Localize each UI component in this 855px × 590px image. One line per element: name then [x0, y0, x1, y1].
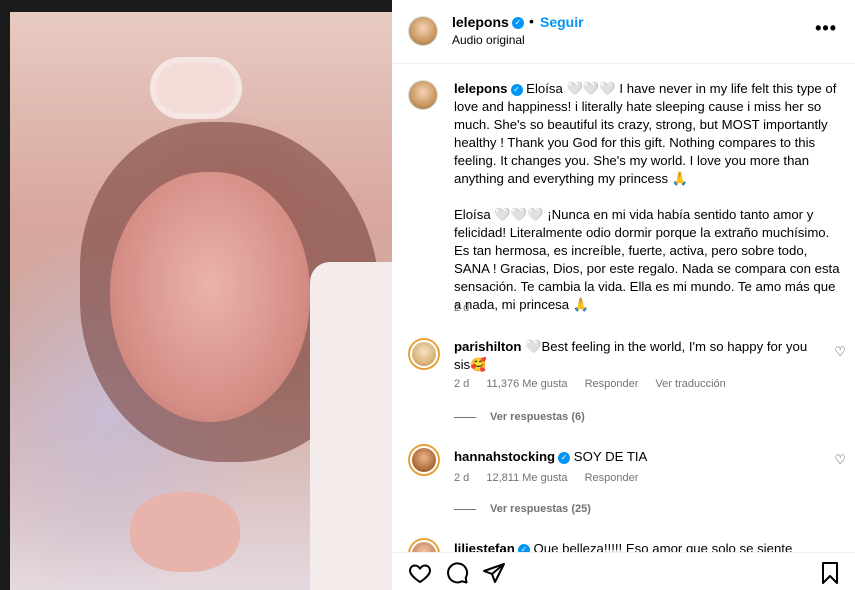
post-photo [10, 12, 392, 590]
comment-text: parishilton 🤍Best feeling in the world, … [454, 339, 808, 372]
heart-icon[interactable]: ♡ [834, 344, 846, 360]
reply-button[interactable]: Responder [585, 472, 639, 484]
caption-text: lelepons ✓ Eloísa 🤍🤍🤍 I have never in my … [454, 80, 842, 314]
view-replies-button[interactable]: Ver respuestas (25) [454, 503, 591, 515]
replies-line [454, 416, 476, 418]
comment-username[interactable]: parishilton [454, 339, 521, 354]
photo-face-shape [110, 172, 310, 422]
comment-username[interactable]: hannahstocking [454, 449, 555, 464]
post-header: lelepons ✓ • Seguir Audio original ••• [392, 0, 855, 64]
verified-badge-icon: ✓ [510, 83, 523, 96]
heart-icon[interactable] [408, 561, 432, 585]
action-bar [392, 552, 855, 590]
audio-link[interactable]: Audio original [452, 33, 525, 47]
comment-likes[interactable]: 11,376 Me gusta [486, 378, 567, 390]
caption-username[interactable]: lelepons [454, 81, 508, 96]
separator-dot: • [529, 13, 534, 29]
heart-icon[interactable]: ♡ [834, 452, 846, 468]
post-media[interactable] [0, 0, 392, 590]
reply-button[interactable]: Responder [585, 378, 639, 390]
verified-badge-icon: ✓ [558, 451, 571, 464]
share-icon[interactable] [482, 561, 506, 585]
comment-avatar[interactable] [408, 444, 440, 476]
comment-avatar[interactable] [408, 338, 440, 370]
photo-baby-hand-shape [130, 492, 240, 572]
verified-badge-icon: ✓ [511, 17, 524, 30]
comment-text: hannahstocking ✓ SOY DE TIA [454, 449, 648, 464]
follow-button[interactable]: Seguir [540, 14, 584, 30]
comment-time[interactable]: 2 d [454, 378, 469, 390]
comment-meta: 2 d 12,811 Me gusta Responder [454, 472, 652, 484]
bookmark-icon[interactable] [818, 561, 842, 585]
post-username[interactable]: lelepons ✓ [452, 14, 524, 30]
avatar[interactable] [408, 16, 438, 46]
caption-english: Eloísa 🤍🤍🤍 I have never in my life felt … [454, 81, 837, 186]
caption-time[interactable]: 2 d [454, 302, 469, 314]
comment-icon[interactable] [445, 561, 469, 585]
translate-button[interactable]: Ver traducción [655, 378, 725, 390]
caption-spanish: Eloísa 🤍🤍🤍 ¡Nunca en mi vida había senti… [454, 207, 840, 312]
comment-meta: 2 d 11,376 Me gusta Responder Ver traduc… [454, 378, 740, 390]
view-replies-button[interactable]: Ver respuestas (6) [454, 411, 585, 423]
post-details-pane: lelepons ✓ • Seguir Audio original ••• le… [392, 0, 855, 590]
comment-likes[interactable]: 12,811 Me gusta [486, 472, 567, 484]
comment-time[interactable]: 2 d [454, 472, 469, 484]
more-horizontal-icon[interactable]: ••• [815, 18, 837, 39]
replies-line [454, 508, 476, 510]
avatar[interactable] [408, 80, 438, 110]
photo-pillow-shape [310, 262, 392, 590]
cloud-decoration [150, 57, 242, 119]
